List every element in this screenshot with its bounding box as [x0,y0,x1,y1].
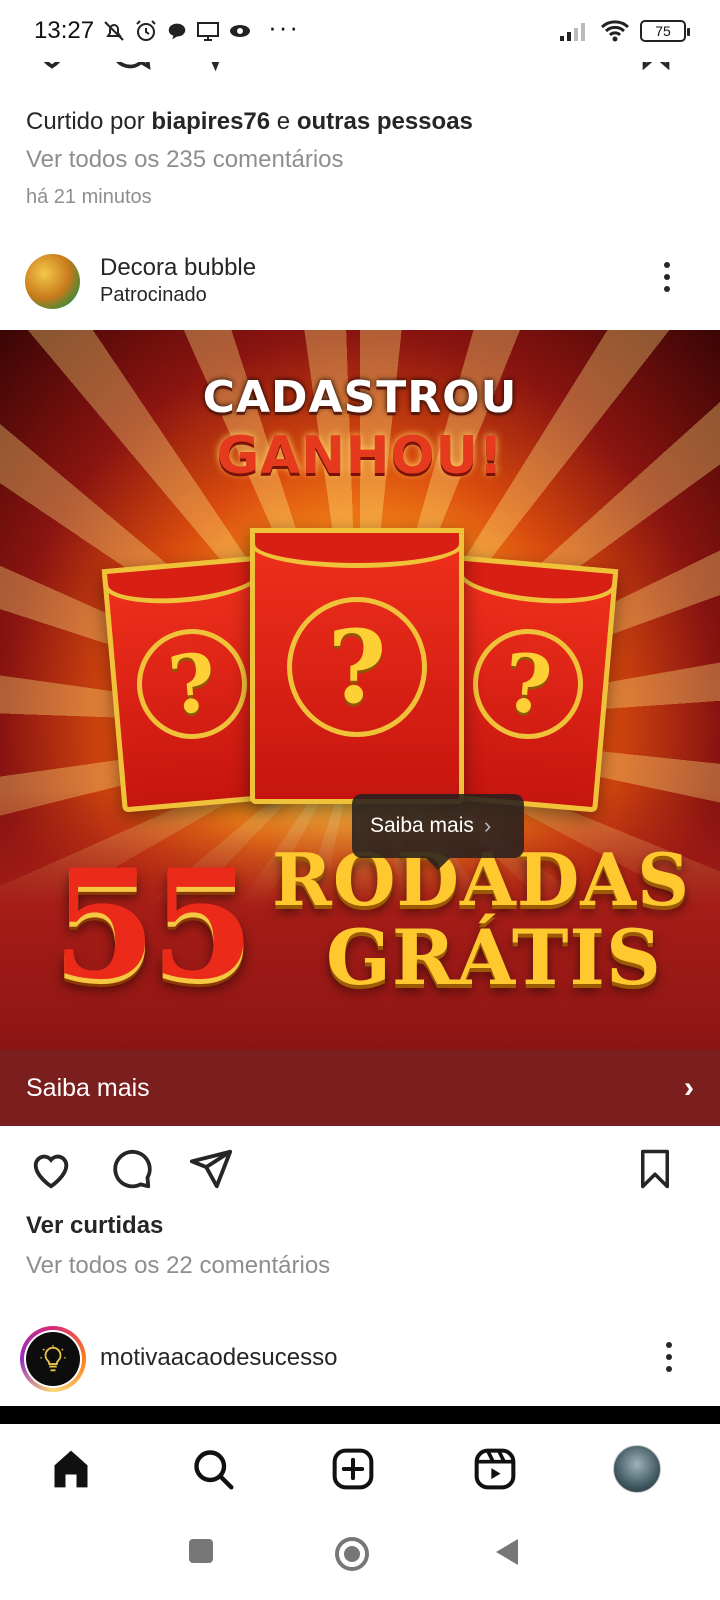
create-icon[interactable] [328,1444,378,1494]
chevron-right-icon: › [483,813,492,838]
saiba-mais-cta-button[interactable]: Saiba mais › [0,1050,720,1126]
wifi-icon [600,20,630,42]
status-bar: 13:27 ··· 75 [0,0,720,62]
back-icon[interactable] [492,1536,522,1568]
next-post-image-top [0,1406,720,1424]
system-navigation-bar [0,1514,720,1600]
status-more-icon: ··· [268,11,301,42]
tooltip-label: Saiba mais [370,814,474,837]
ad-number: 55 [52,837,255,1013]
monitor-icon [197,22,220,41]
cta-label: Saiba mais [26,1073,150,1102]
bell-muted-icon [104,21,124,41]
saiba-mais-tooltip[interactable]: Saiba mais › [352,794,524,870]
ad-headline-line2: GANHOU! [216,426,504,486]
home-circle-icon[interactable] [334,1536,370,1572]
ad-word-gratis: GRÁTIS [326,913,662,1002]
chat-bubble-icon [168,23,186,40]
home-icon[interactable] [46,1444,96,1494]
view-likes-link[interactable]: Ver curtidas [26,1212,163,1240]
post-actions [0,1146,720,1198]
bookmark-icon[interactable] [634,1146,676,1192]
comment-icon[interactable] [108,1146,154,1192]
previous-post-timestamp: há 21 minutos [26,186,152,208]
question-mark: ? [287,597,427,737]
sponsored-label[interactable]: Patrocinado [100,284,207,307]
bottom-navigation [0,1424,720,1514]
sponsored-post-header: Decora bubble Patrocinado [0,248,720,312]
heart-icon[interactable] [28,1146,74,1192]
lightbulb-icon [26,1332,80,1386]
question-mark: ? [468,624,588,744]
profile-avatar[interactable] [612,1444,662,1494]
next-post-username[interactable]: motivaacaodesucesso [100,1344,337,1372]
next-post-header: motivaacaodesucesso [0,1326,720,1394]
alarm-icon [136,20,156,41]
red-envelope-right: ? [437,555,619,813]
liked-by-user[interactable]: biapires76 [151,108,270,135]
likes-prefix: Curtido por [26,108,152,135]
share-icon[interactable] [188,1146,234,1192]
battery-level: 75 [655,23,671,39]
search-icon[interactable] [188,1444,238,1494]
previous-post-comments-link[interactable]: Ver todos os 235 comentários [26,146,344,174]
status-notification-icons: ··· [102,12,300,43]
more-options-icon[interactable] [666,1342,672,1378]
liked-by-others[interactable]: outras pessoas [297,108,473,135]
question-mark: ? [132,624,252,744]
view-comments-link[interactable]: Ver todos os 22 comentários [26,1252,330,1280]
post-username[interactable]: Decora bubble [100,254,256,282]
ad-image[interactable]: CADASTROU GANHOU! ? ? ? 55 RODADAS GRÁTI… [0,330,720,1050]
chevron-right-icon: › [684,1071,694,1104]
more-options-icon[interactable] [664,262,672,296]
eye-app-icon [230,25,251,37]
story-ring-avatar[interactable] [20,1326,86,1392]
red-envelope-center: ? [250,528,464,804]
recents-icon[interactable] [186,1536,216,1566]
status-system-icons: 75 [558,19,690,43]
previous-post-likes: Curtido por biapires76 e outras pessoas [26,108,473,136]
reels-icon[interactable] [470,1444,520,1494]
likes-mid: e [270,108,297,135]
battery-icon: 75 [640,20,690,42]
ad-headline-line1: CADASTROU [202,372,518,423]
avatar[interactable] [25,254,80,309]
signal-icon [560,23,585,41]
status-time: 13:27 [34,17,95,44]
